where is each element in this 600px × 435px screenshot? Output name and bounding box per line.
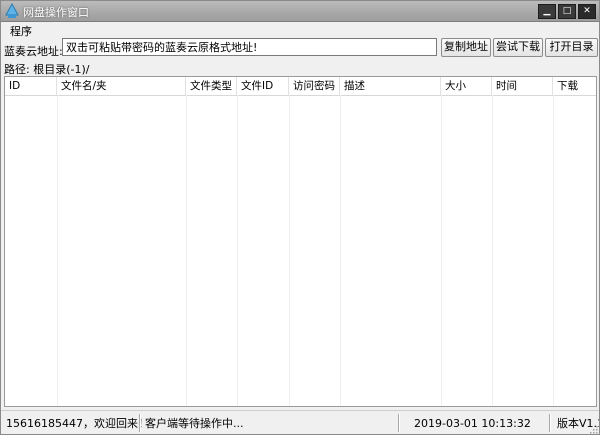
maximize-button[interactable]: □ bbox=[558, 4, 576, 19]
open-directory-button[interactable]: 打开目录 bbox=[545, 38, 598, 57]
close-button[interactable]: ✕ bbox=[578, 4, 596, 19]
minimize-button[interactable]: ▁ bbox=[538, 4, 556, 19]
window-title: 网盘操作窗口 bbox=[23, 6, 89, 19]
app-icon bbox=[5, 3, 19, 18]
column-header-time[interactable]: 时间 bbox=[492, 77, 553, 95]
column-divider bbox=[237, 95, 238, 406]
copy-url-button[interactable]: 复制地址 bbox=[441, 38, 491, 57]
column-divider bbox=[553, 95, 554, 406]
try-download-button[interactable]: 尝试下载 bbox=[493, 38, 543, 57]
file-table[interactable]: ID 文件名/夹 文件类型 文件ID 访问密码 描述 大小 时间 下载 bbox=[4, 76, 597, 407]
status-user: 15616185447，欢迎回来！ bbox=[6, 417, 149, 430]
status-bar: 15616185447，欢迎回来！ 客户端等待操作中... 2019-03-01… bbox=[1, 410, 599, 434]
menu-program[interactable]: 程序 bbox=[10, 23, 32, 39]
column-header-size[interactable]: 大小 bbox=[441, 77, 492, 95]
status-divider bbox=[139, 414, 141, 432]
menu-bar: 程序 bbox=[1, 22, 599, 38]
status-divider bbox=[549, 414, 551, 432]
resize-grip-icon[interactable] bbox=[588, 424, 598, 434]
table-header: ID 文件名/夹 文件类型 文件ID 访问密码 描述 大小 时间 下载 bbox=[5, 77, 596, 96]
title-bar[interactable]: 网盘操作窗口 ▁ □ ✕ bbox=[1, 1, 599, 22]
column-divider bbox=[340, 95, 341, 406]
column-divider bbox=[492, 95, 493, 406]
column-header-description[interactable]: 描述 bbox=[340, 77, 441, 95]
column-divider bbox=[186, 95, 187, 406]
column-header-id[interactable]: ID bbox=[5, 77, 57, 95]
path-breadcrumb: 路径: 根目录(-1)/ bbox=[4, 63, 90, 76]
column-header-download[interactable]: 下载 bbox=[553, 77, 596, 95]
main-window: 网盘操作窗口 ▁ □ ✕ 程序 蓝奏云地址: 复制地址 尝试下载 打开目录 路径… bbox=[0, 0, 600, 435]
column-divider bbox=[289, 95, 290, 406]
column-header-filename[interactable]: 文件名/夹 bbox=[57, 77, 186, 95]
url-label: 蓝奏云地址: bbox=[4, 45, 63, 58]
column-header-fileid[interactable]: 文件ID bbox=[237, 77, 289, 95]
url-input[interactable] bbox=[62, 38, 437, 56]
column-divider bbox=[441, 95, 442, 406]
column-header-password[interactable]: 访问密码 bbox=[289, 77, 340, 95]
status-datetime: 2019-03-01 10:13:32 bbox=[414, 417, 531, 430]
window-controls: ▁ □ ✕ bbox=[538, 4, 596, 19]
column-divider bbox=[57, 95, 58, 406]
status-divider bbox=[398, 414, 400, 432]
status-message: 客户端等待操作中... bbox=[145, 417, 244, 430]
column-header-filetype[interactable]: 文件类型 bbox=[186, 77, 237, 95]
